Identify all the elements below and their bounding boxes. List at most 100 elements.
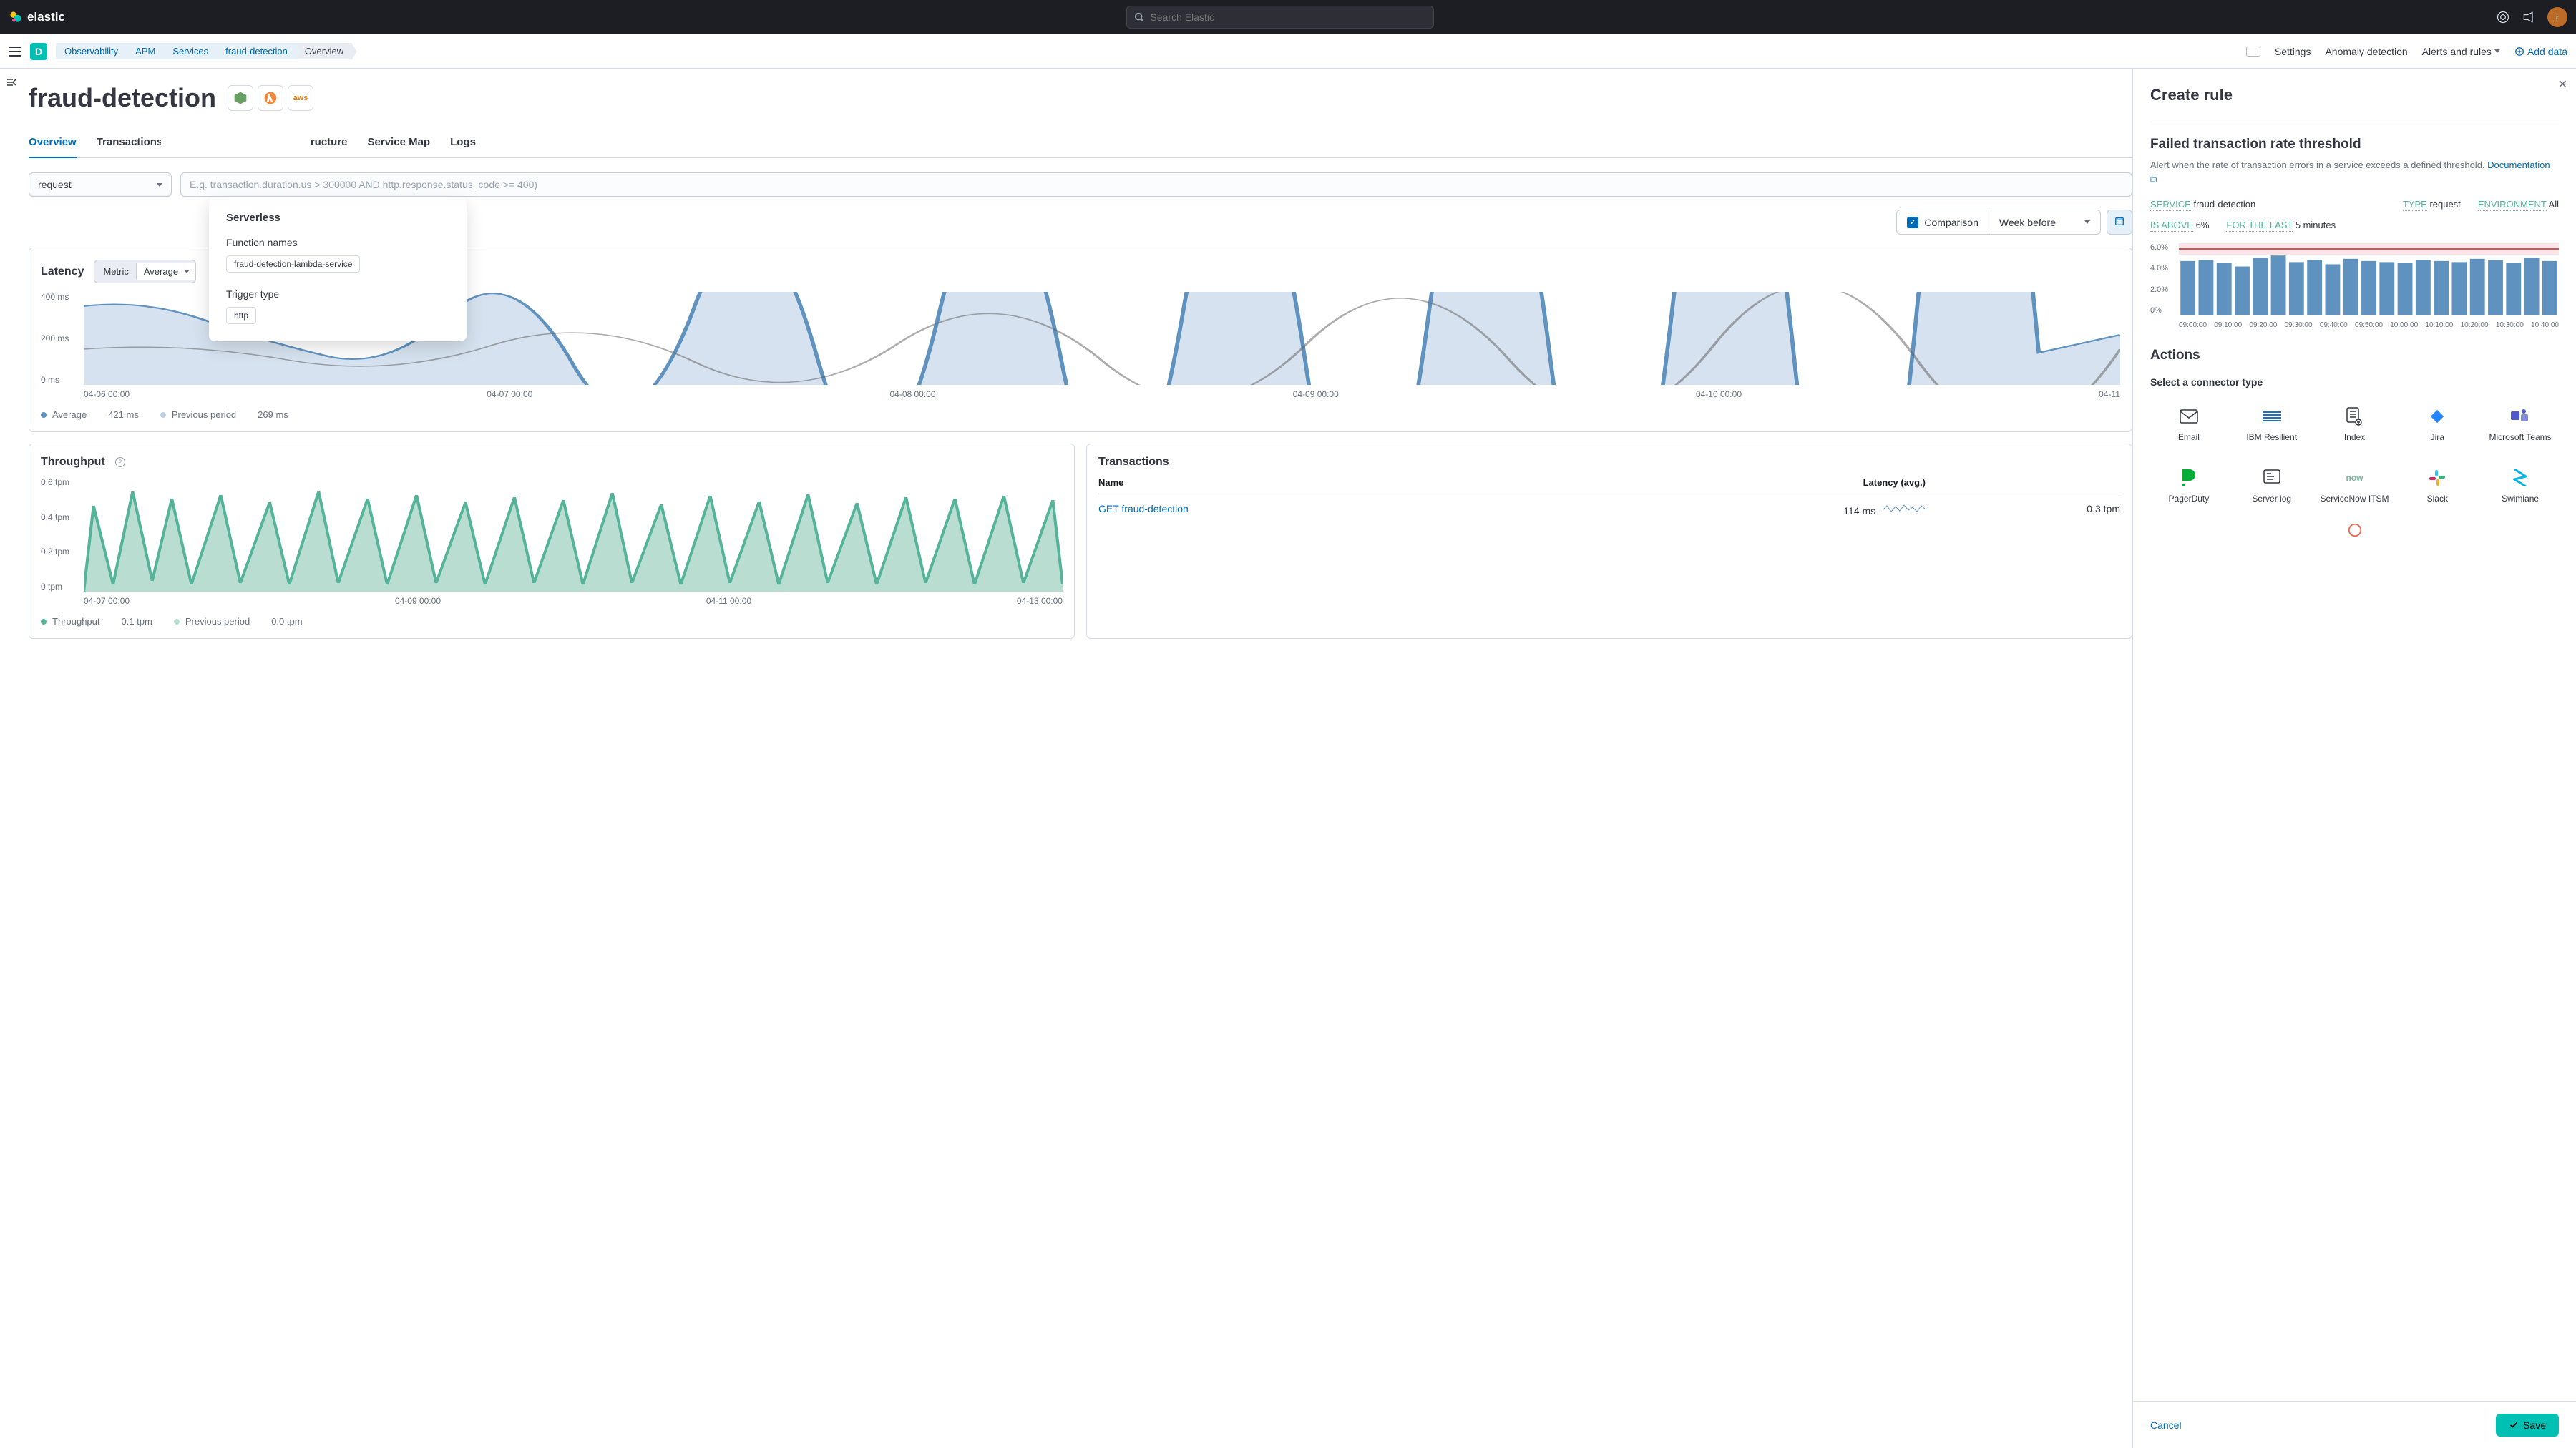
elastic-logo-icon xyxy=(9,10,23,24)
ibm-icon xyxy=(2263,411,2281,421)
date-picker[interactable] xyxy=(2107,210,2132,235)
expr-above[interactable]: IS ABOVE xyxy=(2150,220,2193,232)
crumb-observability[interactable]: Observability xyxy=(56,43,127,59)
col-latency[interactable]: Latency (avg.) xyxy=(1585,477,1926,488)
flyout-title: Create rule xyxy=(2150,86,2559,104)
save-button[interactable]: Save xyxy=(2496,1414,2559,1437)
kql-input[interactable]: E.g. transaction.duration.us > 300000 AN… xyxy=(180,172,2132,197)
popover-title: Serverless xyxy=(226,212,449,224)
connector-servicenow[interactable]: nowServiceNow ITSM xyxy=(2316,461,2394,511)
logo-text: elastic xyxy=(27,10,65,24)
connector-label: Select a connector type xyxy=(2150,376,2559,388)
help-icon[interactable] xyxy=(2496,10,2510,24)
chevron-down-icon xyxy=(184,270,190,273)
transaction-tp: 0.3 tpm xyxy=(1926,503,2120,517)
comparison-group: Comparison Week before xyxy=(1896,210,2101,235)
comparison-period-select[interactable]: Week before xyxy=(1989,210,2100,234)
lambda-icon xyxy=(263,91,278,105)
teams-icon xyxy=(2511,409,2529,424)
pagerduty-icon xyxy=(2182,469,2195,486)
connector-slack[interactable]: Slack xyxy=(2399,461,2476,511)
col-name[interactable]: Name xyxy=(1098,477,1585,488)
create-rule-flyout: ✕ Create rule Failed transaction rate th… xyxy=(2132,69,2576,1448)
sparkline xyxy=(1883,503,1926,514)
connector-pagerduty[interactable]: PagerDuty xyxy=(2150,461,2228,511)
function-tag[interactable]: fraud-detection-lambda-service xyxy=(226,255,360,273)
connector-swimlane[interactable]: Swimlane xyxy=(2482,461,2559,511)
tab-overview[interactable]: Overview xyxy=(29,127,77,158)
info-icon[interactable]: ? xyxy=(115,457,125,467)
email-icon xyxy=(2180,409,2198,424)
global-search[interactable] xyxy=(1126,6,1434,29)
crumb-service[interactable]: fraud-detection xyxy=(217,43,296,59)
search-icon xyxy=(1134,12,1144,22)
lambda-badge[interactable] xyxy=(258,85,283,111)
chevron-down-icon xyxy=(157,183,162,187)
tab-transactions[interactable]: Transactions xyxy=(97,127,161,157)
connector-jira[interactable]: Jira xyxy=(2399,399,2476,449)
menu-toggle[interactable] xyxy=(9,47,21,57)
expand-icon xyxy=(6,77,17,87)
expr-service[interactable]: SERVICE xyxy=(2150,199,2191,211)
tab-infrastructure[interactable]: Infrastructure xyxy=(278,127,348,157)
nav-anomaly[interactable]: Anomaly detection xyxy=(2325,46,2407,57)
trigger-tag[interactable]: http xyxy=(226,307,256,324)
actions-title: Actions xyxy=(2150,348,2559,363)
rule-description: Alert when the rate of transaction error… xyxy=(2150,158,2559,186)
latency-title: Latency xyxy=(41,265,84,278)
transaction-link[interactable]: GET fraud-detection xyxy=(1098,503,1585,517)
servicenow-icon: now xyxy=(2346,473,2363,483)
rule-expression: SERVICE fraud-detection TYPE request ENV… xyxy=(2150,199,2559,210)
inspect-icon[interactable] xyxy=(2246,47,2260,57)
plus-circle-icon xyxy=(2514,47,2524,57)
swimlane-icon xyxy=(2513,469,2527,486)
function-names-label: Function names xyxy=(226,237,449,248)
metric-select[interactable]: Metric Average xyxy=(94,260,196,283)
serverlog-icon xyxy=(2263,469,2280,486)
sidebar-toggle[interactable] xyxy=(0,69,23,1448)
logo[interactable]: elastic xyxy=(9,10,65,24)
tab-servicemap[interactable]: Service Map xyxy=(368,127,431,157)
nav-add-data[interactable]: Add data xyxy=(2514,46,2567,57)
preview-chart: 6.0%4.0%2.0%0% 09:00:0009:10:0009:20:000… xyxy=(2150,243,2559,329)
throughput-chart: 0.6 tpm0.4 tpm0.2 tpm0 tpm xyxy=(41,477,1063,592)
throughput-title: Throughput xyxy=(41,456,105,469)
tabs: Overview Transactions Dependencies Error… xyxy=(29,127,2132,158)
connector-grid: Email IBM Resilient Index Jira Microsoft… xyxy=(2150,399,2559,511)
connector-teams[interactable]: Microsoft Teams xyxy=(2482,399,2559,449)
aws-badge[interactable]: aws xyxy=(288,85,313,111)
nav-alerts[interactable]: Alerts and rules xyxy=(2422,46,2500,57)
transactions-panel: Transactions Name Latency (avg.) GET fra… xyxy=(1086,444,2132,639)
crumb-services[interactable]: Services xyxy=(164,43,217,59)
connector-email[interactable]: Email xyxy=(2150,399,2228,449)
trigger-type-label: Trigger type xyxy=(226,288,449,300)
transaction-latency: 114 ms xyxy=(1585,503,1926,517)
transaction-row: GET fraud-detection 114 ms 0.3 tpm xyxy=(1098,494,2120,525)
connector-index[interactable]: Index xyxy=(2316,399,2394,449)
node-badge[interactable] xyxy=(228,85,253,111)
nav-settings[interactable]: Settings xyxy=(2275,46,2311,57)
news-icon[interactable] xyxy=(2522,10,2536,24)
close-icon[interactable]: ✕ xyxy=(2558,77,2567,92)
search-input[interactable] xyxy=(1150,11,1426,23)
expr-env[interactable]: ENVIRONMENT xyxy=(2478,199,2547,211)
tab-logs[interactable]: Logs xyxy=(450,127,476,157)
connector-serverlog[interactable]: Server log xyxy=(2233,461,2311,511)
space-badge[interactable]: D xyxy=(30,43,47,60)
crumb-apm[interactable]: APM xyxy=(127,43,164,59)
index-icon xyxy=(2346,407,2362,426)
user-avatar[interactable]: r xyxy=(2547,7,2567,27)
crumb-current: Overview xyxy=(296,43,352,59)
more-icon xyxy=(2347,522,2363,538)
expr-type[interactable]: TYPE xyxy=(2403,199,2427,211)
transaction-type-select[interactable]: request xyxy=(29,172,172,197)
comparison-toggle[interactable]: Comparison xyxy=(1897,210,1989,234)
calendar-icon xyxy=(2114,216,2124,226)
cancel-button[interactable]: Cancel xyxy=(2150,1419,2182,1431)
sub-nav: D Observability APM Services fraud-detec… xyxy=(0,34,2576,69)
expr-for[interactable]: FOR THE LAST xyxy=(2226,220,2293,232)
connector-ibm[interactable]: IBM Resilient xyxy=(2233,399,2311,449)
transactions-title: Transactions xyxy=(1098,456,1169,469)
throughput-panel: Throughput ? 0.6 tpm0.4 tpm0.2 tpm0 tpm … xyxy=(29,444,1075,639)
chevron-down-icon xyxy=(2084,220,2090,224)
